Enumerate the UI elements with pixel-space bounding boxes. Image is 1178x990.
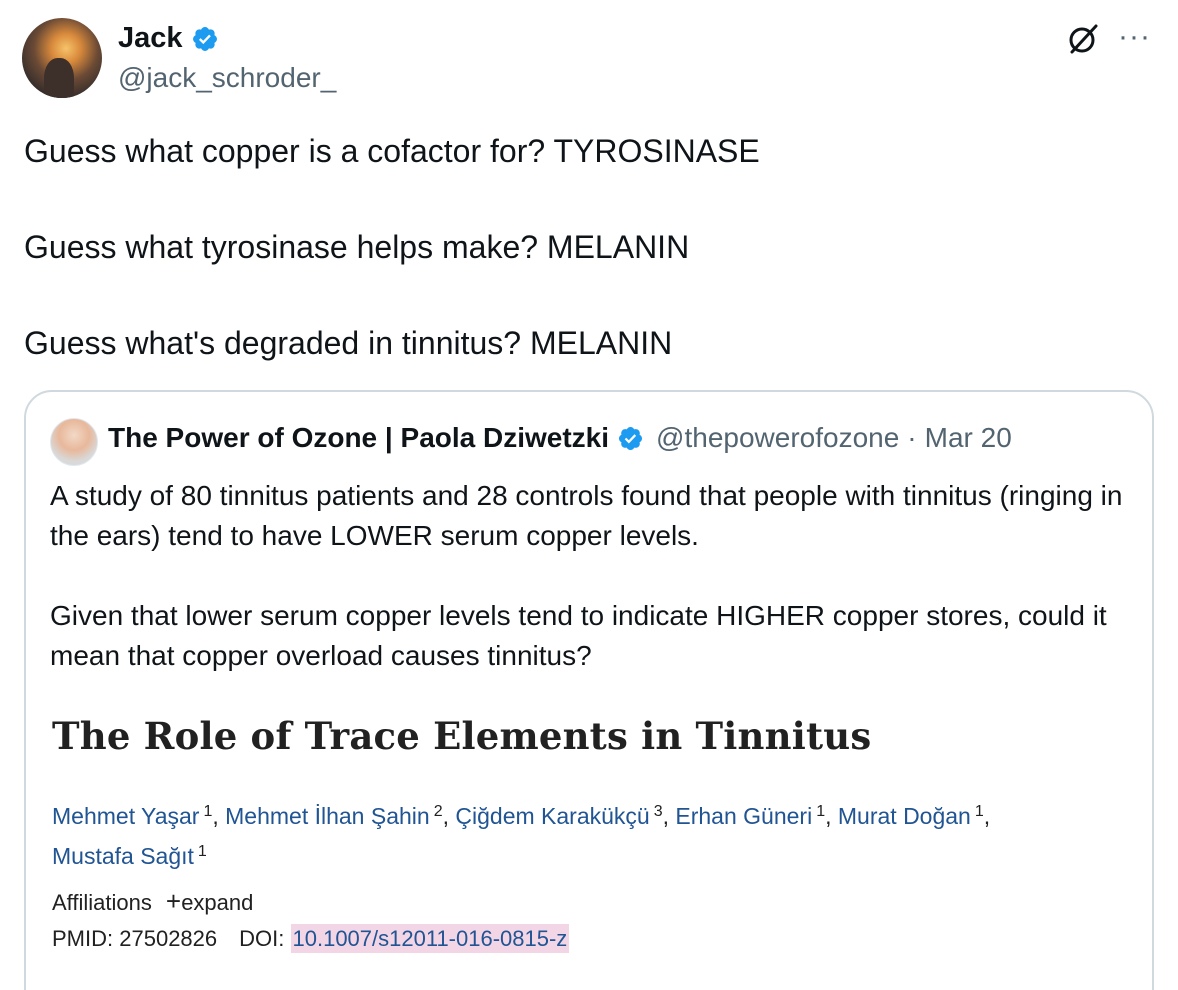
quoted-meta-separator: ·: [907, 422, 917, 453]
author-link: Mehmet Yaşar: [52, 803, 200, 829]
affiliations-row: Affiliations + expand: [52, 888, 1142, 916]
tweet-text: Guess what copper is a cofactor for? TYR…: [24, 130, 1144, 364]
avatar-figure: [44, 58, 74, 98]
paper-identifiers: PMID: 27502826 DOI: 10.1007/s12011-016-0…: [52, 924, 1142, 953]
author-affiliation-number: 1: [816, 803, 826, 820]
author-affiliation-number: 2: [433, 803, 443, 820]
paper-authors: Mehmet Yaşar 1, Mehmet İlhan Şahin 2, Çiğd…: [52, 803, 991, 869]
quoted-verified-badge-icon[interactable]: [617, 425, 644, 452]
verified-badge-icon[interactable]: [191, 25, 219, 53]
paper-screenshot: The Role of Trace Elements in Tinnitus M…: [52, 714, 1142, 953]
author-affiliation-number: 1: [974, 803, 984, 820]
quoted-paragraph-1: A study of 80 tinnitus patients and 28 c…: [50, 480, 1123, 551]
more-options-icon[interactable]: ···: [1118, 22, 1151, 52]
plus-icon: +: [165, 886, 182, 916]
paper-title: The Role of Trace Elements in Tinnitus: [52, 714, 872, 758]
pmid: PMID: 27502826: [52, 926, 217, 952]
author-affiliation-number: 1: [197, 843, 207, 860]
quoted-date[interactable]: Mar 20: [925, 422, 1012, 454]
tweet-line-1: Guess what copper is a cofactor for? TYR…: [24, 133, 760, 169]
expand-label: expand: [181, 890, 254, 915]
expand-toggle: + expand: [166, 888, 254, 916]
doi-label: DOI:: [239, 926, 285, 951]
author-link: Mehmet İlhan Şahin: [225, 803, 430, 829]
author-affiliation-number: 1: [203, 803, 213, 820]
doi-link: 10.1007/s12011-016-0815-z: [290, 924, 570, 953]
author-link: Murat Doğan: [837, 803, 971, 829]
quoted-author-row: The Power of Ozone | Paola Dziwetzki @th…: [108, 422, 1012, 454]
author-avatar[interactable]: [22, 18, 102, 98]
affiliations-label: Affiliations: [52, 890, 152, 915]
author-link: Erhan Güneri: [675, 803, 813, 829]
author-affiliation-number: 3: [653, 803, 663, 820]
quoted-tweet-text: A study of 80 tinnitus patients and 28 c…: [50, 476, 1140, 676]
pmid-label: PMID:: [52, 926, 114, 951]
quoted-paragraph-2: Given that lower serum copper levels ten…: [50, 600, 1107, 671]
author-display-name[interactable]: Jack: [118, 22, 183, 55]
tweet-line-2: Guess what tyrosinase helps make? MELANI…: [24, 229, 690, 265]
tweet-line-3: Guess what's degraded in tinnitus? MELAN…: [24, 325, 673, 361]
quoted-author-avatar[interactable]: [50, 418, 98, 466]
grok-icon[interactable]: [1066, 22, 1100, 56]
author-link: Mustafa Sağıt: [52, 843, 194, 869]
author-handle[interactable]: @jack_schroder_: [118, 62, 336, 94]
quoted-tweet-card[interactable]: The Power of Ozone | Paola Dziwetzki @th…: [24, 390, 1154, 990]
doi: DOI: 10.1007/s12011-016-0815-z: [239, 924, 570, 953]
author-name-row: Jack: [118, 22, 219, 55]
pmid-value: 27502826: [119, 926, 218, 951]
quoted-author-handle[interactable]: @thepowerofozone: [656, 422, 899, 454]
author-link: Çiğdem Karakükçü: [455, 803, 650, 829]
quoted-author-name[interactable]: The Power of Ozone | Paola Dziwetzki: [108, 422, 609, 454]
